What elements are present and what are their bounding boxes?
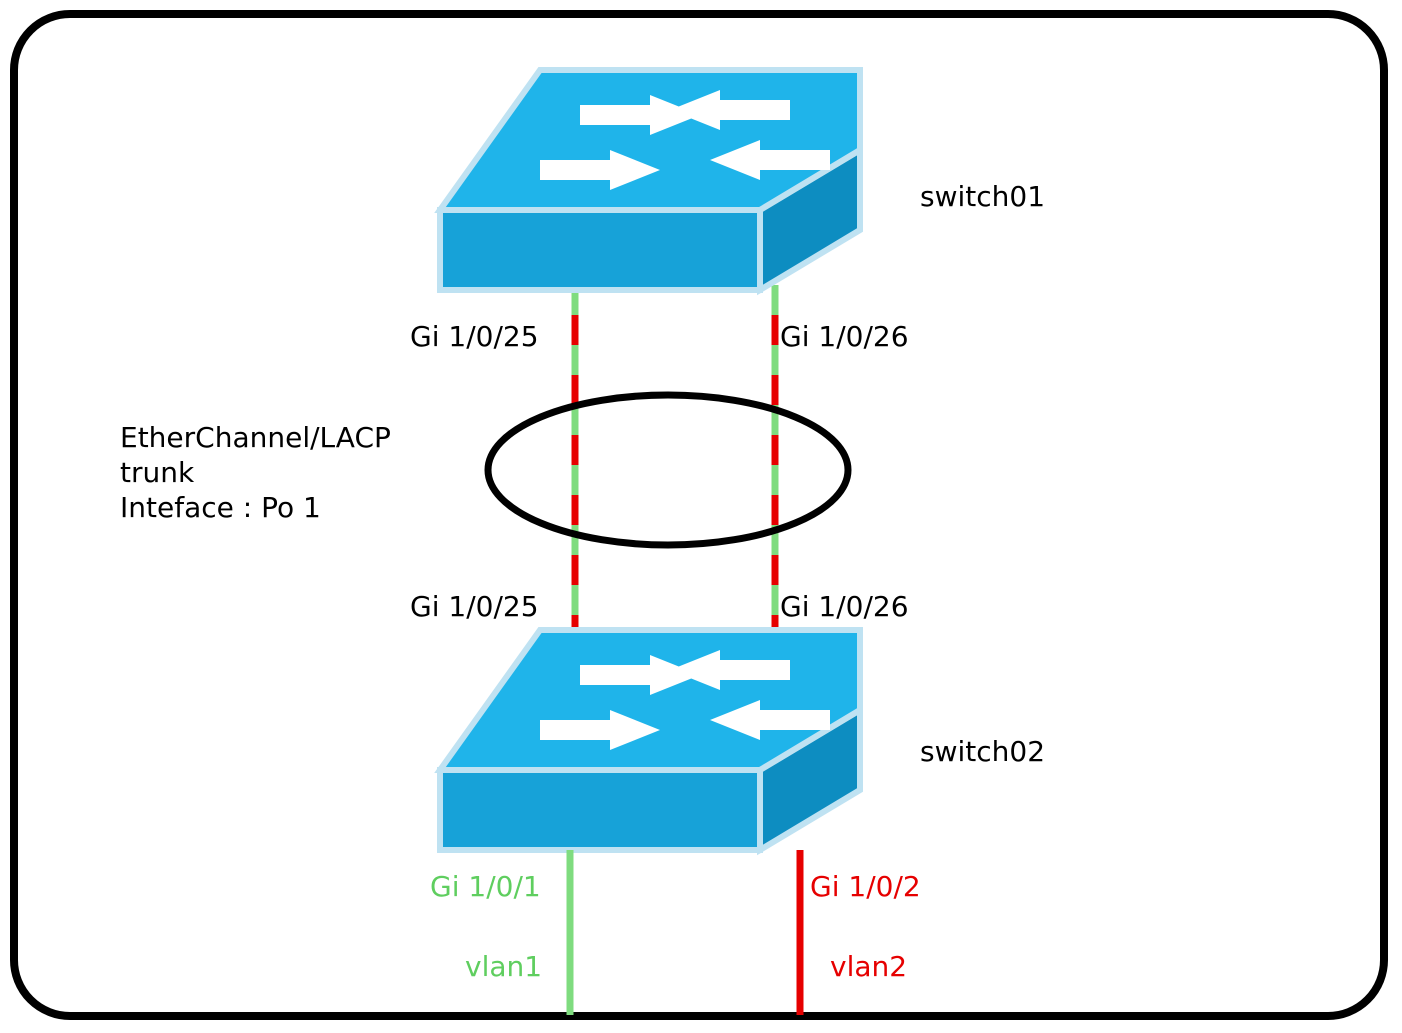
sw1-port-right-label: Gi 1/0/26 [780,320,909,353]
access-port-right-label: Gi 1/0/2 [810,870,921,903]
sw2-port-left-label: Gi 1/0/25 [410,590,539,623]
sw2-port-right-label: Gi 1/0/26 [780,590,909,623]
vlan1-label: vlan1 [465,950,542,983]
access-port-left-label: Gi 1/0/1 [430,870,541,903]
sw1-port-left-label: Gi 1/0/25 [410,320,539,353]
vlan2-label: vlan2 [830,950,907,983]
switch02-label: switch02 [920,735,1045,768]
switch01-label: switch01 [920,180,1045,213]
trunk-description: EtherChannel/LACP trunk Inteface : Po 1 [120,420,391,525]
